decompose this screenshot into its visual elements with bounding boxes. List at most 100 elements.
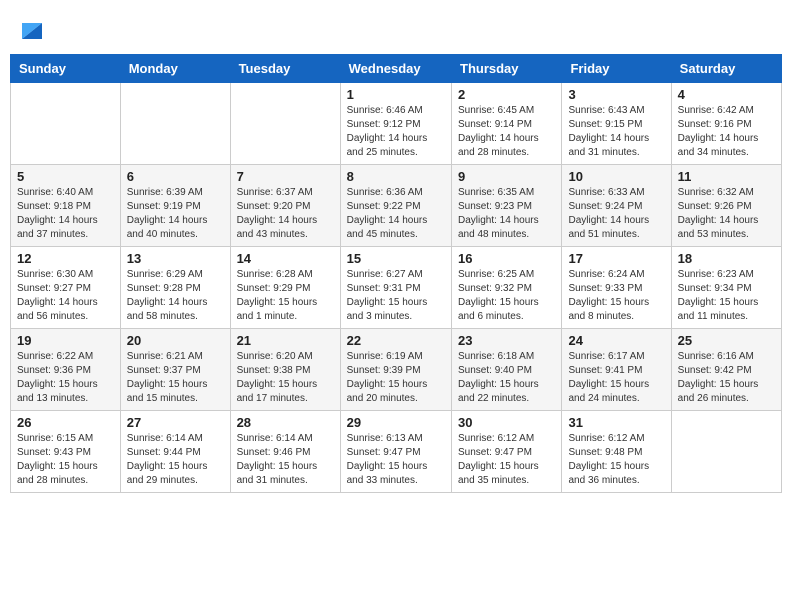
calendar-cell: 31 Sunrise: 6:12 AMSunset: 9:48 PMDayligh… [562,411,671,493]
calendar-cell: 3 Sunrise: 6:43 AMSunset: 9:15 PMDaylight… [562,83,671,165]
day-of-week-header: Tuesday [230,55,340,83]
calendar-table: SundayMondayTuesdayWednesdayThursdayFrid… [10,54,782,493]
calendar-cell [230,83,340,165]
day-number: 12 [17,251,114,266]
day-number: 5 [17,169,114,184]
calendar-cell: 10 Sunrise: 6:33 AMSunset: 9:24 PMDayligh… [562,165,671,247]
day-number: 13 [127,251,224,266]
calendar-cell: 13 Sunrise: 6:29 AMSunset: 9:28 PMDayligh… [120,247,230,329]
day-number: 23 [458,333,555,348]
calendar-cell [11,83,121,165]
day-info: Sunrise: 6:40 AMSunset: 9:18 PMDaylight:… [17,186,114,242]
day-info: Sunrise: 6:12 AMSunset: 9:48 PMDaylight:… [568,432,664,488]
calendar-cell: 16 Sunrise: 6:25 AMSunset: 9:32 PMDayligh… [452,247,562,329]
calendar-cell: 1 Sunrise: 6:46 AMSunset: 9:12 PMDaylight… [340,83,451,165]
day-number: 21 [237,333,334,348]
calendar-cell: 8 Sunrise: 6:36 AMSunset: 9:22 PMDaylight… [340,165,451,247]
calendar-cell: 12 Sunrise: 6:30 AMSunset: 9:27 PMDayligh… [11,247,121,329]
day-number: 30 [458,415,555,430]
day-number: 25 [678,333,775,348]
day-info: Sunrise: 6:13 AMSunset: 9:47 PMDaylight:… [347,432,445,488]
day-info: Sunrise: 6:14 AMSunset: 9:46 PMDaylight:… [237,432,334,488]
calendar-cell: 9 Sunrise: 6:35 AMSunset: 9:23 PMDaylight… [452,165,562,247]
day-of-week-header: Monday [120,55,230,83]
calendar-cell: 25Sunrise: 6:16 AMSunset: 9:42 PMDayligh… [671,329,781,411]
day-info: Sunrise: 6:30 AMSunset: 9:27 PMDaylight:… [17,268,114,324]
day-number: 11 [678,169,775,184]
day-number: 10 [568,169,664,184]
day-number: 31 [568,415,664,430]
day-info: Sunrise: 6:42 AMSunset: 9:16 PMDaylight:… [678,104,775,160]
day-info: Sunrise: 6:35 AMSunset: 9:23 PMDaylight:… [458,186,555,242]
day-number: 9 [458,169,555,184]
calendar-week-row: 26Sunrise: 6:15 AMSunset: 9:43 PMDayligh… [11,411,782,493]
calendar-cell: 5 Sunrise: 6:40 AMSunset: 9:18 PMDaylight… [11,165,121,247]
day-info: Sunrise: 6:20 AMSunset: 9:38 PMDaylight:… [237,350,334,406]
day-info: Sunrise: 6:43 AMSunset: 9:15 PMDaylight:… [568,104,664,160]
day-number: 20 [127,333,224,348]
day-info: Sunrise: 6:45 AMSunset: 9:14 PMDaylight:… [458,104,555,160]
day-info: Sunrise: 6:17 AMSunset: 9:41 PMDaylight:… [568,350,664,406]
day-info: Sunrise: 6:15 AMSunset: 9:43 PMDaylight:… [17,432,114,488]
day-info: Sunrise: 6:12 AMSunset: 9:47 PMDaylight:… [458,432,555,488]
calendar-cell: 29Sunrise: 6:13 AMSunset: 9:47 PMDayligh… [340,411,451,493]
calendar-week-row: 1 Sunrise: 6:46 AMSunset: 9:12 PMDaylight… [11,83,782,165]
day-number: 7 [237,169,334,184]
day-number: 27 [127,415,224,430]
calendar-cell: 30 Sunrise: 6:12 AMSunset: 9:47 PMDayligh… [452,411,562,493]
calendar-cell: 18 Sunrise: 6:23 AMSunset: 9:34 PMDayligh… [671,247,781,329]
calendar-cell [120,83,230,165]
calendar-week-row: 12 Sunrise: 6:30 AMSunset: 9:27 PMDayligh… [11,247,782,329]
day-info: Sunrise: 6:28 AMSunset: 9:29 PMDaylight:… [237,268,334,324]
day-number: 22 [347,333,445,348]
day-number: 1 [347,87,445,102]
calendar-cell: 19Sunrise: 6:22 AMSunset: 9:36 PMDayligh… [11,329,121,411]
calendar-cell: 2 Sunrise: 6:45 AMSunset: 9:14 PMDaylight… [452,83,562,165]
day-info: Sunrise: 6:23 AMSunset: 9:34 PMDaylight:… [678,268,775,324]
calendar-cell: 15Sunrise: 6:27 AMSunset: 9:31 PMDayligh… [340,247,451,329]
day-number: 2 [458,87,555,102]
calendar-cell: 14Sunrise: 6:28 AMSunset: 9:29 PMDayligh… [230,247,340,329]
day-info: Sunrise: 6:19 AMSunset: 9:39 PMDaylight:… [347,350,445,406]
day-info: Sunrise: 6:29 AMSunset: 9:28 PMDaylight:… [127,268,224,324]
day-info: Sunrise: 6:33 AMSunset: 9:24 PMDaylight:… [568,186,664,242]
calendar-cell: 23 Sunrise: 6:18 AMSunset: 9:40 PMDayligh… [452,329,562,411]
calendar-cell: 11 Sunrise: 6:32 AMSunset: 9:26 PMDayligh… [671,165,781,247]
calendar-header-row: SundayMondayTuesdayWednesdayThursdayFrid… [11,55,782,83]
day-info: Sunrise: 6:46 AMSunset: 9:12 PMDaylight:… [347,104,445,160]
day-number: 6 [127,169,224,184]
page-header [10,10,782,44]
logo-icon [22,15,42,39]
day-of-week-header: Thursday [452,55,562,83]
calendar-cell: 17 Sunrise: 6:24 AMSunset: 9:33 PMDayligh… [562,247,671,329]
day-of-week-header: Friday [562,55,671,83]
calendar-cell: 21 Sunrise: 6:20 AMSunset: 9:38 PMDayligh… [230,329,340,411]
day-number: 3 [568,87,664,102]
day-of-week-header: Wednesday [340,55,451,83]
day-info: Sunrise: 6:21 AMSunset: 9:37 PMDaylight:… [127,350,224,406]
day-info: Sunrise: 6:39 AMSunset: 9:19 PMDaylight:… [127,186,224,242]
calendar-cell: 26Sunrise: 6:15 AMSunset: 9:43 PMDayligh… [11,411,121,493]
calendar-cell [671,411,781,493]
day-of-week-header: Sunday [11,55,121,83]
day-info: Sunrise: 6:37 AMSunset: 9:20 PMDaylight:… [237,186,334,242]
calendar-cell: 20 Sunrise: 6:21 AMSunset: 9:37 PMDayligh… [120,329,230,411]
calendar-cell: 7 Sunrise: 6:37 AMSunset: 9:20 PMDaylight… [230,165,340,247]
calendar-week-row: 19Sunrise: 6:22 AMSunset: 9:36 PMDayligh… [11,329,782,411]
calendar-cell: 27Sunrise: 6:14 AMSunset: 9:44 PMDayligh… [120,411,230,493]
day-number: 4 [678,87,775,102]
day-info: Sunrise: 6:32 AMSunset: 9:26 PMDaylight:… [678,186,775,242]
day-number: 8 [347,169,445,184]
day-number: 15 [347,251,445,266]
day-info: Sunrise: 6:22 AMSunset: 9:36 PMDaylight:… [17,350,114,406]
day-number: 24 [568,333,664,348]
day-info: Sunrise: 6:25 AMSunset: 9:32 PMDaylight:… [458,268,555,324]
day-info: Sunrise: 6:36 AMSunset: 9:22 PMDaylight:… [347,186,445,242]
day-number: 16 [458,251,555,266]
calendar-cell: 22 Sunrise: 6:19 AMSunset: 9:39 PMDayligh… [340,329,451,411]
day-info: Sunrise: 6:18 AMSunset: 9:40 PMDaylight:… [458,350,555,406]
calendar-cell: 4 Sunrise: 6:42 AMSunset: 9:16 PMDaylight… [671,83,781,165]
day-info: Sunrise: 6:24 AMSunset: 9:33 PMDaylight:… [568,268,664,324]
day-number: 18 [678,251,775,266]
day-number: 17 [568,251,664,266]
